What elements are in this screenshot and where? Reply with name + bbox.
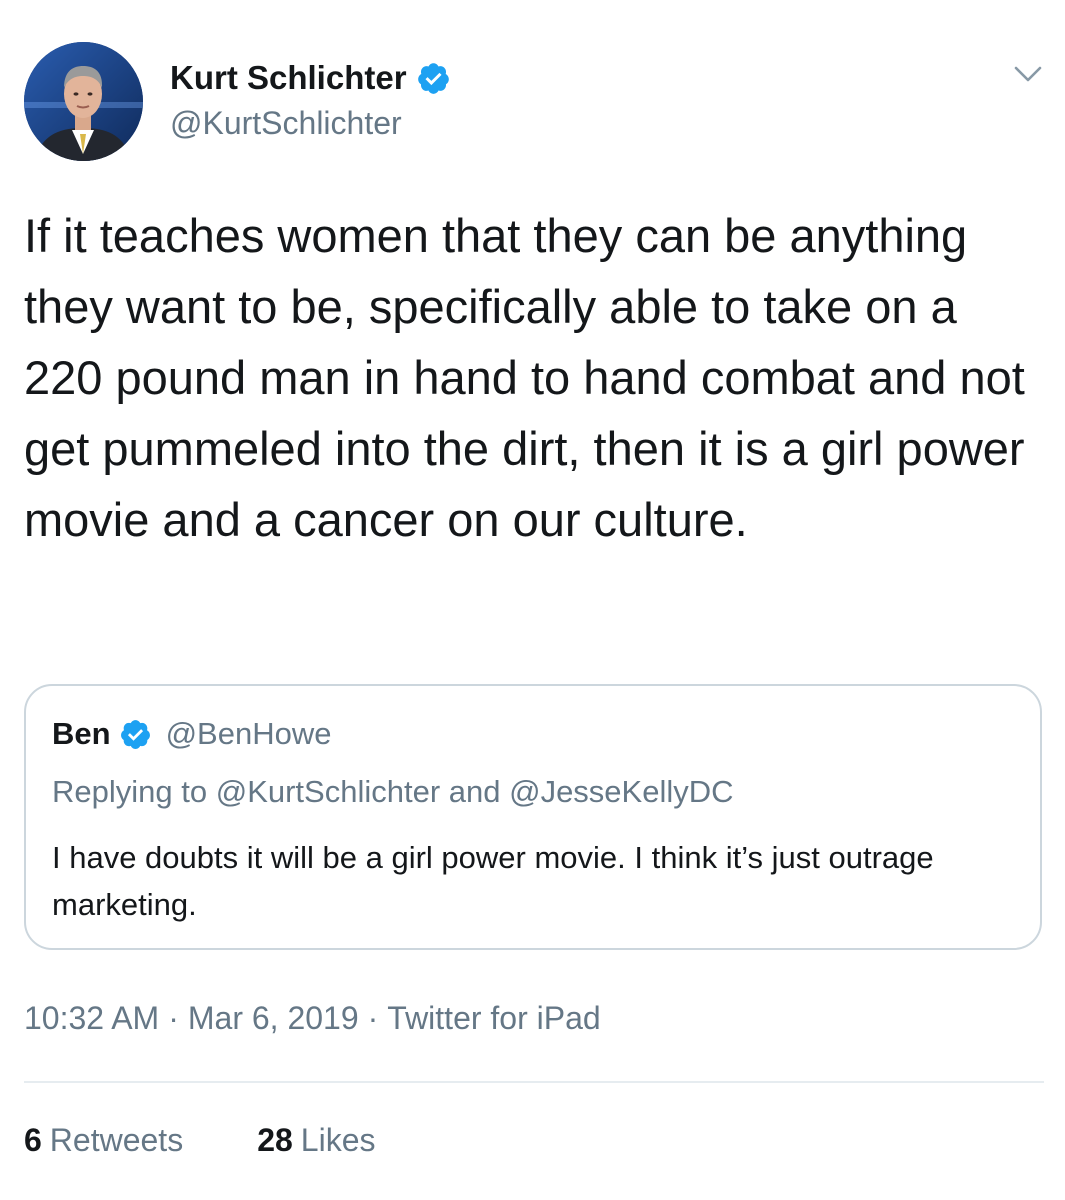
meta-separator: ·: [168, 1000, 179, 1036]
quoted-tweet-text: I have doubts it will be a girl power mo…: [52, 840, 934, 922]
replying-to-prefix: Replying to: [52, 774, 208, 809]
author-handle[interactable]: @KurtSchlichter: [170, 105, 402, 142]
quoted-replying-to: Replying to @KurtSchlichter and @JesseKe…: [52, 774, 734, 810]
quoted-author-display-name: Ben: [52, 716, 111, 751]
verified-badge-icon: [417, 62, 449, 94]
retweets-count: 6: [24, 1122, 42, 1158]
tweet-stats: 6 Retweets 28 Likes: [24, 1122, 375, 1159]
likes-count: 28: [257, 1122, 293, 1158]
tweet-source[interactable]: Twitter for iPad: [387, 1000, 600, 1036]
likes-stat[interactable]: 28 Likes: [257, 1122, 375, 1159]
avatar-photo: [24, 42, 143, 161]
avatar[interactable]: [24, 42, 143, 161]
author-display-name[interactable]: Kurt Schlichter: [170, 59, 407, 97]
divider: [24, 1081, 1044, 1083]
tweet-meta: 10:32 AM · Mar 6, 2019 · Twitter for iPad: [24, 1000, 601, 1037]
likes-label: Likes: [300, 1122, 376, 1158]
verified-badge-icon: [120, 719, 150, 749]
author-name-row[interactable]: Kurt Schlichter: [170, 57, 451, 99]
quoted-tweet[interactable]: Ben @BenHowe Replying to @KurtSchlichter…: [24, 684, 1042, 950]
quoted-tweet-header: Ben @BenHowe: [52, 712, 331, 756]
tweet-time[interactable]: 10:32 AM: [24, 1000, 159, 1036]
retweets-stat[interactable]: 6 Retweets: [24, 1122, 183, 1159]
tweet-text: If it teaches women that they can be any…: [24, 209, 1025, 546]
tweet-date[interactable]: Mar 6, 2019: [188, 1000, 359, 1036]
replying-to-users: @KurtSchlichter and @JesseKellyDC: [215, 774, 734, 809]
meta-separator: ·: [367, 1000, 379, 1036]
quoted-author-handle: @BenHowe: [165, 716, 332, 751]
tweet-detail: Kurt Schlichter @KurtSchlichter If it te…: [0, 0, 1065, 1200]
chevron-down-icon[interactable]: [1012, 60, 1044, 86]
retweets-label: Retweets: [49, 1122, 184, 1158]
